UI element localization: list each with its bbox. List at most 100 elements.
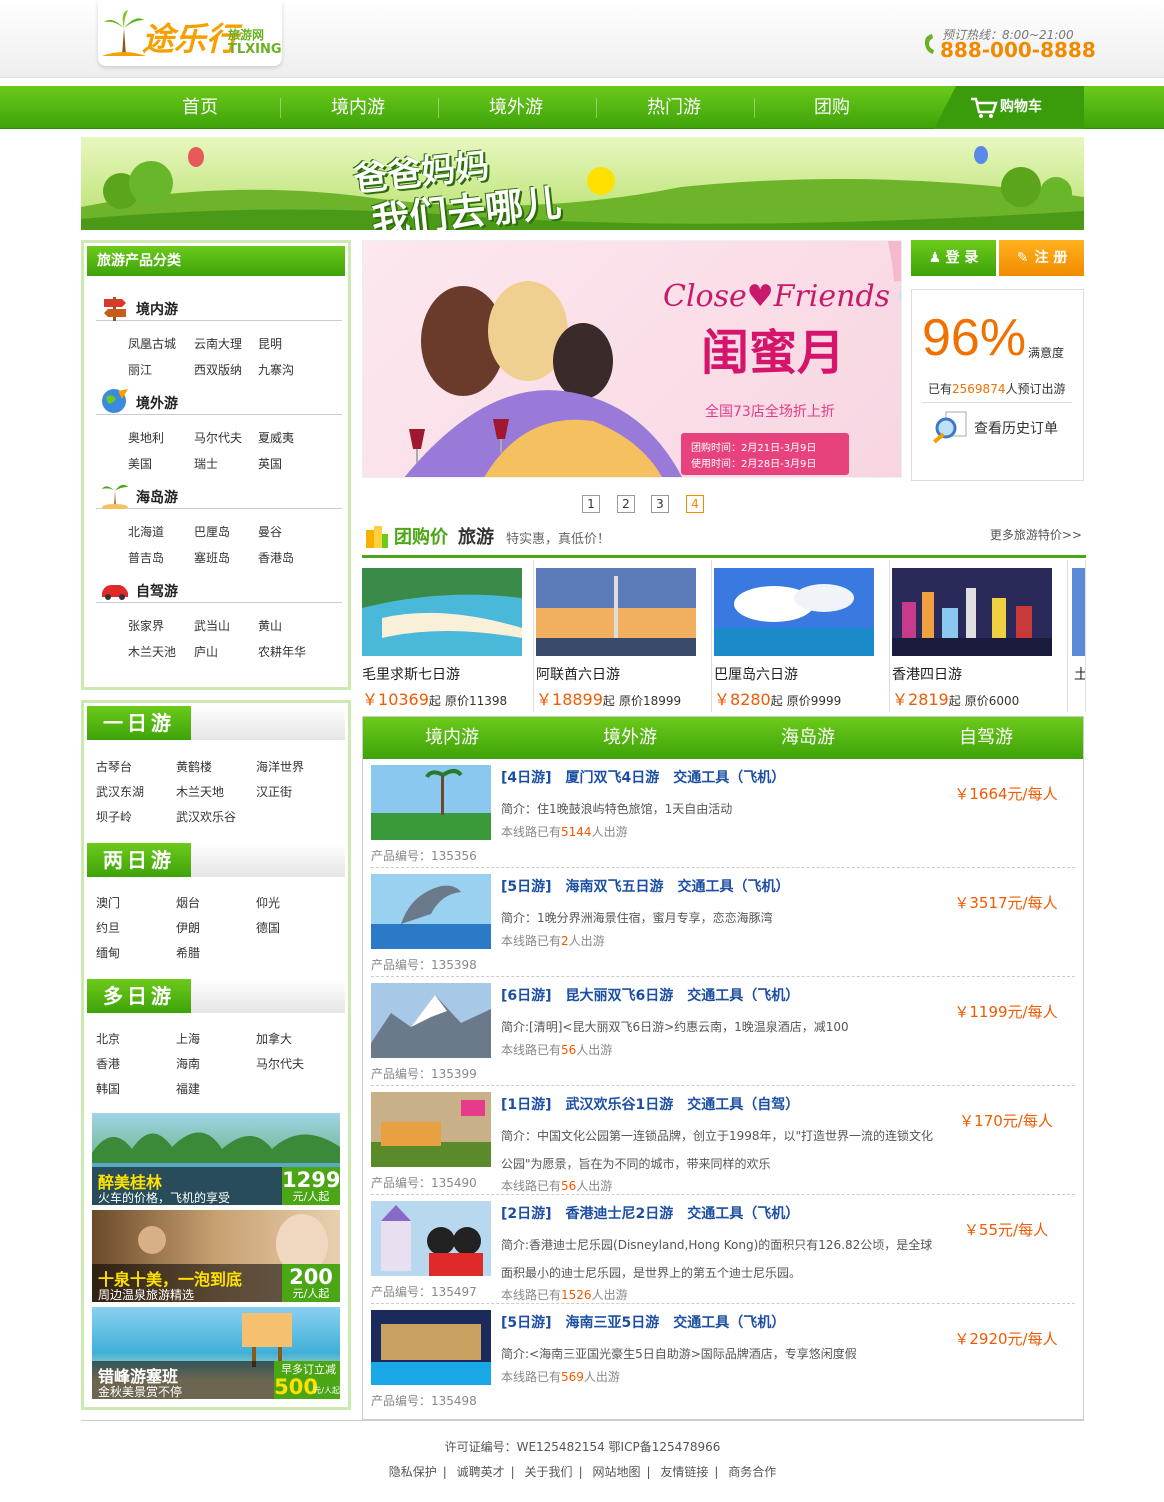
day-link[interactable]: 武汉东湖: [96, 783, 144, 800]
tour-title[interactable]: [5日游] 海南三亚5日游 交通工具（飞机）: [501, 1312, 785, 1332]
tour-thumb[interactable]: [371, 1201, 491, 1276]
tour-thumb[interactable]: [371, 765, 491, 840]
tab-island[interactable]: 海岛游: [719, 717, 897, 759]
tour-thumb[interactable]: [371, 874, 491, 949]
tour-title[interactable]: [6日游] 昆大丽双飞6日游 交通工具（飞机）: [501, 985, 799, 1005]
register-button[interactable]: ✎ 注 册: [999, 240, 1084, 276]
day-link[interactable]: 香港: [96, 1055, 120, 1072]
day-link[interactable]: 加拿大: [256, 1030, 292, 1047]
day-link[interactable]: 希腊: [176, 944, 200, 961]
tour-row[interactable]: 产品编号：135497 [2日游] 香港迪士尼2日游 交通工具（飞机） 简介:香…: [371, 1195, 1075, 1304]
day-link[interactable]: 武汉欢乐谷: [176, 808, 236, 825]
slider-page-1[interactable]: 1: [582, 495, 600, 513]
day-link[interactable]: 黄鹤楼: [176, 758, 212, 775]
logo[interactable]: 途乐行 TLXING 旅游网: [98, 0, 282, 66]
footer-link[interactable]: 友情链接: [660, 1465, 708, 1479]
cat-link[interactable]: 九寨沟: [258, 361, 294, 378]
tour-title[interactable]: [2日游] 香港迪士尼2日游 交通工具（飞机）: [501, 1203, 799, 1223]
slider-page-4[interactable]: 4: [686, 495, 704, 513]
deal-card[interactable]: 毛里求斯七日游 ￥10369起 原价11398: [362, 560, 534, 712]
footer-link[interactable]: 关于我们: [525, 1465, 573, 1479]
cat-link[interactable]: 英国: [258, 455, 282, 472]
slider-page-3[interactable]: 3: [651, 495, 669, 513]
cat-link[interactable]: 塞班岛: [194, 549, 230, 566]
cart-button[interactable]: 购物车: [934, 86, 1084, 129]
day-link[interactable]: 马尔代夫: [256, 1055, 304, 1072]
cat-link[interactable]: 北海道: [128, 523, 164, 540]
nav-home[interactable]: 首页: [140, 86, 260, 129]
nav-group[interactable]: 团购: [772, 86, 892, 129]
nav-hot[interactable]: 热门游: [614, 86, 734, 129]
day-link[interactable]: 仰光: [256, 894, 280, 911]
nav-domestic[interactable]: 境内游: [298, 86, 418, 129]
cat-link[interactable]: 丽江: [128, 361, 152, 378]
day-link[interactable]: 海洋世界: [256, 758, 304, 775]
tour-title[interactable]: [5日游] 海南双飞五日游 交通工具（飞机）: [501, 876, 790, 896]
cat-link[interactable]: 黄山: [258, 617, 282, 634]
nav-abroad[interactable]: 境外游: [456, 86, 576, 129]
cat-link[interactable]: 农耕年华: [258, 643, 306, 660]
cat-link[interactable]: 夏威夷: [258, 429, 294, 446]
footer-link[interactable]: 诚聘英才: [457, 1465, 505, 1479]
tour-row[interactable]: 产品编号：135490 [1日游] 武汉欢乐谷1日游 交通工具（自驾） 简介：中…: [371, 1086, 1075, 1195]
cat-link[interactable]: 普吉岛: [128, 549, 164, 566]
cat-link[interactable]: 庐山: [194, 643, 218, 660]
day-link[interactable]: 德国: [256, 919, 280, 936]
tour-row[interactable]: 产品编号：135498 [5日游] 海南三亚5日游 交通工具（飞机） 简介:<海…: [371, 1304, 1075, 1413]
cat-link[interactable]: 曼谷: [258, 523, 282, 540]
day-link[interactable]: 约旦: [96, 919, 120, 936]
day-link[interactable]: 汉正街: [256, 783, 292, 800]
cat-link[interactable]: 昆明: [258, 335, 282, 352]
day-link[interactable]: 烟台: [176, 894, 200, 911]
day-link[interactable]: 木兰天地: [176, 783, 224, 800]
top-banner[interactable]: 爸爸妈妈 我们去哪儿: [81, 137, 1084, 230]
day-link[interactable]: 古琴台: [96, 758, 132, 775]
deal-card[interactable]: 巴厘岛六日游 ￥8280起 原价9999: [712, 560, 890, 712]
cat-link[interactable]: 木兰天池: [128, 643, 176, 660]
promo-guilin[interactable]: 醉美桂林 火车的价格，飞机的享受 1299 元/人起: [92, 1113, 340, 1205]
cat-link[interactable]: 瑞士: [194, 455, 218, 472]
tab-domestic[interactable]: 境内游: [363, 717, 541, 759]
order-history-link[interactable]: 查看历史订单: [974, 418, 1058, 438]
cat-link[interactable]: 奥地利: [128, 429, 164, 446]
day-link[interactable]: 北京: [96, 1030, 120, 1047]
footer-link[interactable]: 隐私保护: [389, 1465, 437, 1479]
day-link[interactable]: 澳门: [96, 894, 120, 911]
tour-thumb[interactable]: [371, 1310, 491, 1385]
footer-link[interactable]: 网站地图: [592, 1465, 640, 1479]
day-link[interactable]: 缅甸: [96, 944, 120, 961]
tour-row[interactable]: 产品编号：135398 [5日游] 海南双飞五日游 交通工具（飞机） 简介：1晚…: [371, 868, 1075, 977]
tour-thumb[interactable]: [371, 983, 491, 1058]
deal-card[interactable]: 香港四日游 ￥2819起 原价6000: [890, 560, 1068, 712]
day-link[interactable]: 上海: [176, 1030, 200, 1047]
slider-page-2[interactable]: 2: [617, 495, 635, 513]
tour-row[interactable]: 产品编号：135399 [6日游] 昆大丽双飞6日游 交通工具（飞机） 简介:[…: [371, 977, 1075, 1086]
login-button[interactable]: ♟ 登 录: [911, 240, 996, 276]
deal-card[interactable]: 土: [1068, 560, 1085, 712]
more-deals-link[interactable]: 更多旅游特价>>: [990, 526, 1082, 543]
day-link[interactable]: 海南: [176, 1055, 200, 1072]
day-link[interactable]: 韩国: [96, 1080, 120, 1097]
deal-card[interactable]: 阿联酋六日游 ￥18899起 原价18999: [534, 560, 712, 712]
cat-link[interactable]: 凤凰古城: [128, 335, 176, 352]
cat-link[interactable]: 武当山: [194, 617, 230, 634]
cat-link[interactable]: 香港岛: [258, 549, 294, 566]
day-link[interactable]: 福建: [176, 1080, 200, 1097]
footer-link[interactable]: 商务合作: [728, 1465, 776, 1479]
tab-abroad[interactable]: 境外游: [541, 717, 719, 759]
day-link[interactable]: 伊朗: [176, 919, 200, 936]
cat-link[interactable]: 巴厘岛: [194, 523, 230, 540]
tour-title[interactable]: [1日游] 武汉欢乐谷1日游 交通工具（自驾）: [501, 1094, 799, 1114]
tab-drive[interactable]: 自驾游: [897, 717, 1075, 759]
cat-link[interactable]: 云南大理: [194, 335, 242, 352]
cat-link[interactable]: 张家界: [128, 617, 164, 634]
tour-row[interactable]: 产品编号：135356 [4日游] 厦门双飞4日游 交通工具（飞机） 简介：住1…: [371, 759, 1075, 868]
cat-link[interactable]: 美国: [128, 455, 152, 472]
tour-title[interactable]: [4日游] 厦门双飞4日游 交通工具（飞机）: [501, 767, 785, 787]
promo-spring[interactable]: 十泉十美，一泡到底 周边温泉旅游精选 200 元/人起: [92, 1210, 340, 1302]
cat-link[interactable]: 马尔代夫: [194, 429, 242, 446]
day-link[interactable]: 坝子岭: [96, 808, 132, 825]
promo-saipan[interactable]: 错峰游塞班 金秋美景赏不停 早多订立减 500 元/人起: [92, 1307, 340, 1399]
cat-link[interactable]: 西双版纳: [194, 361, 242, 378]
hero-slider[interactable]: Close♥Friends 闺蜜月 全国73店全场折上折 团购时间：2月21日-…: [362, 240, 902, 478]
